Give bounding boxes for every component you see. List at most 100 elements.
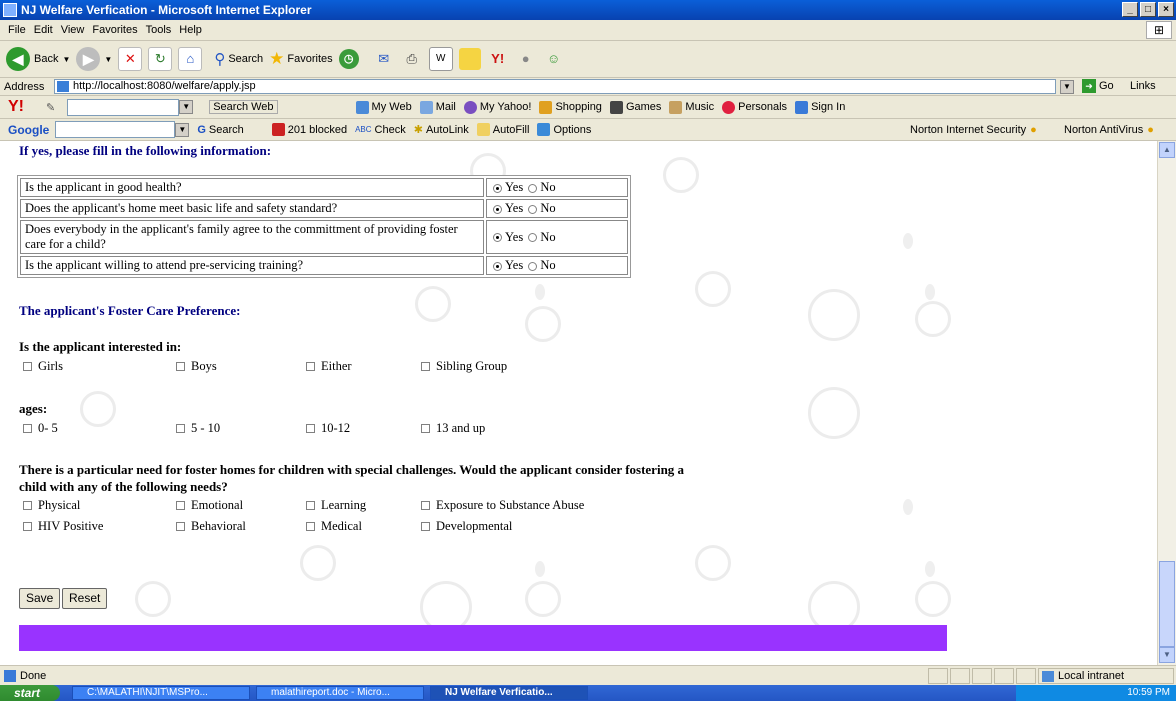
checkbox-girls[interactable]: Girls	[23, 359, 63, 374]
checkbox-icon	[176, 362, 185, 371]
task-ie[interactable]: NJ Welfare Verficatio...	[430, 686, 588, 700]
yes-radio[interactable]	[493, 233, 502, 243]
background-flower	[695, 545, 731, 581]
checkbox-behavioral[interactable]: Behavioral	[176, 519, 246, 534]
google-search-button[interactable]: G Search	[197, 124, 243, 136]
checkbox-hiv-positive[interactable]: HIV Positive	[23, 519, 103, 534]
no-radio[interactable]	[528, 183, 538, 193]
menu-help[interactable]: Help	[179, 24, 202, 36]
norton-internet-security[interactable]: Norton Internet Security ●	[910, 124, 1037, 136]
answer-cell: Yes No	[486, 199, 628, 218]
yahoo-search-input[interactable]	[67, 98, 180, 116]
checkbox-substance-abuse[interactable]: Exposure to Substance Abuse	[421, 498, 584, 513]
google-logo[interactable]: Google	[8, 123, 49, 137]
yahoo-games[interactable]: Games	[609, 100, 661, 114]
maximize-button[interactable]: □	[1140, 2, 1156, 17]
google-spell-check[interactable]: ABC Check	[355, 124, 406, 136]
menu-file[interactable]: File	[8, 24, 26, 36]
back-button[interactable]: ◀ Back ▼	[6, 47, 70, 71]
yahoo-sign-in[interactable]: Sign In	[795, 100, 845, 114]
folder-icon[interactable]	[458, 48, 481, 70]
go-button[interactable]: ➜ Go	[1082, 79, 1114, 93]
yahoo-mail[interactable]: Mail	[419, 100, 456, 114]
no-radio[interactable]	[528, 204, 538, 214]
dropdown-arrow-icon: ▼	[62, 54, 71, 64]
checkbox-icon	[176, 424, 185, 433]
scroll-thumb[interactable]	[1159, 561, 1175, 647]
yes-radio[interactable]	[493, 261, 502, 271]
save-button[interactable]: Save	[19, 588, 61, 609]
yahoo-my-web[interactable]: My Web	[355, 100, 412, 114]
menu-tools[interactable]: Tools	[146, 24, 172, 36]
checkbox-age-13-up[interactable]: 13 and up	[421, 421, 485, 436]
discuss-icon[interactable]: ●	[515, 48, 537, 70]
checkbox-medical[interactable]: Medical	[306, 519, 362, 534]
address-dropdown-icon[interactable]: ▼	[1060, 80, 1074, 94]
no-radio[interactable]	[528, 233, 538, 243]
refresh-icon[interactable]: ↻	[148, 47, 173, 71]
print-icon[interactable]: ⎙	[401, 48, 423, 70]
music-icon	[669, 100, 683, 114]
task-word[interactable]: malathireport.doc - Micro...	[256, 686, 424, 700]
yahoo-search-dropdown-icon[interactable]: ▼	[179, 100, 194, 114]
no-radio[interactable]	[528, 261, 538, 271]
google-search-dropdown-icon[interactable]: ▼	[175, 122, 190, 137]
status-segment	[994, 668, 1014, 684]
checkbox-age-10-12[interactable]: 10-12	[306, 421, 350, 436]
checkbox-physical[interactable]: Physical	[23, 498, 80, 513]
google-popup-blocker[interactable]: 201 blocked	[271, 123, 347, 136]
edit-icon[interactable]: W	[428, 47, 453, 71]
google-options[interactable]: Options	[537, 123, 591, 136]
reset-button[interactable]: Reset	[62, 588, 108, 609]
task-explorer[interactable]: C:\MALATHI\NJIT\MSPro...	[72, 686, 250, 700]
yes-radio[interactable]	[493, 204, 502, 214]
answer-cell: Yes No	[486, 256, 628, 275]
checkbox-age-5-10[interactable]: 5 - 10	[176, 421, 220, 436]
address-input[interactable]: http://localhost:8080/welfare/apply.jsp	[54, 79, 1056, 94]
yahoo-shopping[interactable]: Shopping	[539, 100, 602, 114]
checkbox-boys[interactable]: Boys	[176, 359, 217, 374]
yes-radio[interactable]	[493, 183, 502, 193]
checkbox-either[interactable]: Either	[306, 359, 352, 374]
close-button[interactable]: ×	[1158, 2, 1174, 17]
background-flower	[525, 581, 561, 617]
history-icon[interactable]: ◷	[338, 49, 359, 69]
checkbox-emotional[interactable]: Emotional	[176, 498, 243, 513]
mail-icon[interactable]: ✉	[373, 48, 395, 70]
footer-bar	[19, 625, 947, 651]
status-segment	[928, 668, 948, 684]
heart-icon	[722, 100, 736, 114]
yahoo-personals[interactable]: Personals	[722, 100, 787, 114]
google-autofill[interactable]: AutoFill	[476, 123, 529, 136]
vertical-scrollbar[interactable]: ▲ ▼	[1157, 141, 1176, 665]
checkbox-learning[interactable]: Learning	[306, 498, 366, 513]
google-search-input[interactable]	[55, 121, 176, 138]
minimize-button[interactable]: _	[1122, 2, 1138, 17]
yahoo-search-web[interactable]: Search Web	[209, 100, 278, 114]
checkbox-developmental[interactable]: Developmental	[421, 519, 512, 534]
yahoo-logo[interactable]: Y!	[8, 98, 24, 116]
links-button[interactable]: Links	[1130, 80, 1156, 92]
stop-icon[interactable]: ✕	[118, 47, 143, 71]
favorites-button[interactable]: ★ Favorites	[269, 49, 333, 69]
messenger-icon[interactable]: ☺	[543, 48, 565, 70]
table-row: Does everybody in the applicant's family…	[20, 220, 628, 254]
menu-view[interactable]: View	[61, 24, 85, 36]
norton-antivirus[interactable]: Norton AntiVirus ●	[1064, 124, 1154, 136]
checkbox-age-0-5[interactable]: 0- 5	[23, 421, 58, 436]
yahoo-my-yahoo[interactable]: My Yahoo!	[463, 100, 531, 114]
yahoo-messenger-icon[interactable]: Y!	[487, 48, 509, 70]
scroll-down-icon[interactable]: ▼	[1159, 647, 1175, 663]
ie-icon	[3, 3, 17, 17]
search-button[interactable]: ⚲ Search	[214, 50, 263, 68]
yahoo-music[interactable]: Music	[669, 100, 714, 114]
pencil-icon[interactable]: ✎	[46, 101, 55, 114]
forward-button[interactable]: ▶ ▼	[76, 47, 112, 71]
checkbox-sibling-group[interactable]: Sibling Group	[421, 359, 507, 374]
start-button[interactable]: start	[0, 685, 60, 701]
menu-favorites[interactable]: Favorites	[92, 24, 137, 36]
scroll-up-icon[interactable]: ▲	[1159, 142, 1175, 158]
google-autolink[interactable]: ✱ AutoLink	[414, 123, 469, 137]
menu-edit[interactable]: Edit	[34, 24, 53, 36]
home-icon[interactable]: ⌂	[178, 47, 203, 71]
